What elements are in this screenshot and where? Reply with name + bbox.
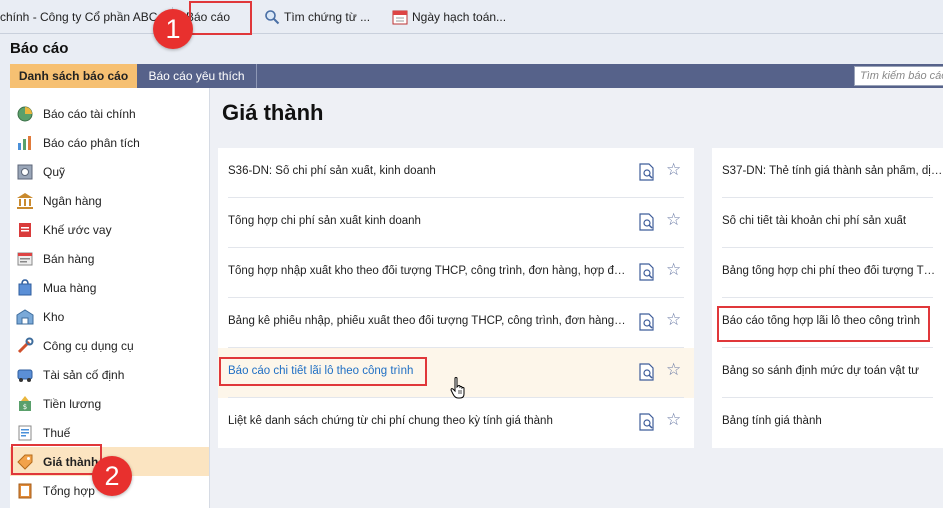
toolbar: chính - Công ty Cổ phần ABC Báo cáo Tìm …	[0, 0, 943, 34]
loan-contract-icon	[16, 221, 34, 239]
favorite-star-icon[interactable]: ☆	[666, 261, 684, 279]
tools-icon	[16, 337, 34, 355]
summary-book-icon	[16, 482, 34, 500]
report-name[interactable]: Bảng so sánh định mức dự toán vật tư	[722, 365, 943, 377]
sidebar-item[interactable]: Ngân hàng	[10, 186, 209, 215]
sidebar-item-label: Mua hàng	[43, 280, 97, 295]
search-documents-button[interactable]: Tìm chứng từ ...	[264, 8, 370, 26]
sidebar-item-label: Tiền lương	[43, 396, 102, 411]
sales-icon	[16, 250, 34, 268]
report-card-left: S36-DN: Sổ chi phí sản xuất, kinh doanh ☆…	[218, 148, 694, 448]
report-row[interactable]: Tổng hợp nhập xuất kho theo đối tượng TH…	[218, 248, 694, 298]
favorite-star-icon[interactable]: ☆	[666, 161, 684, 179]
sidebar-item[interactable]: Khế ước vay	[10, 215, 209, 244]
report-name[interactable]: Liệt kê danh sách chứng từ chi phí chung…	[228, 415, 628, 427]
panel-title: Báo cáo	[10, 40, 69, 57]
report-name[interactable]: Bảng tính giá thành	[722, 415, 943, 427]
highlight-reports-button	[189, 1, 252, 35]
report-row[interactable]: S36-DN: Sổ chi phí sản xuất, kinh doanh ☆	[218, 148, 694, 198]
sidebar-item-label: Bán hàng	[43, 251, 95, 266]
sidebar-item-label: Công cụ dụng cụ	[43, 338, 134, 353]
favorite-star-icon[interactable]: ☆	[666, 311, 684, 329]
tab-favorite-reports[interactable]: Báo cáo yêu thích	[137, 64, 257, 88]
sidebar-item[interactable]: Báo cáo tài chính	[10, 99, 209, 128]
sidebar-item[interactable]: Công cụ dụng cụ	[10, 331, 209, 360]
purchase-icon	[16, 278, 34, 297]
report-name[interactable]: S37-DN: Thẻ tính giá thành sản phẩm, dịc…	[722, 165, 943, 177]
calendar-icon	[392, 9, 408, 25]
step-badge-2: 2	[92, 456, 132, 496]
sidebar-item-label: Kho	[43, 309, 65, 324]
magnifier-icon	[264, 9, 280, 25]
report-name[interactable]: Bảng tổng hợp chi phí theo đối tượng THC…	[722, 265, 943, 277]
sidebar-item-label: Báo cáo phân tích	[43, 135, 140, 150]
sidebar-item[interactable]: Báo cáo phân tích	[10, 128, 209, 157]
bank-icon	[16, 192, 34, 210]
fixed-asset-icon	[16, 366, 34, 384]
report-name[interactable]: Tổng hợp nhập xuất kho theo đối tượng TH…	[228, 265, 628, 277]
favorite-star-icon[interactable]: ☆	[666, 411, 684, 429]
highlight-cost-category	[11, 444, 102, 475]
svg-text:$: $	[23, 403, 27, 411]
tab-report-list[interactable]: Danh sách báo cáo	[10, 64, 137, 88]
report-row[interactable]: S37-DN: Thẻ tính giá thành sản phẩm, dịc…	[712, 148, 943, 198]
report-name[interactable]: S36-DN: Sổ chi phí sản xuất, kinh doanh	[228, 165, 628, 177]
sidebar-item[interactable]: Kho	[10, 302, 209, 331]
preview-report-icon[interactable]	[639, 163, 655, 181]
report-row[interactable]: Bảng tổng hợp chi phí theo đối tượng THC…	[712, 248, 943, 298]
report-row[interactable]: Bảng so sánh định mức dự toán vật tư	[712, 348, 943, 398]
sidebar-item-label: Tổng hợp	[43, 483, 95, 498]
sidebar-item-label: Ngân hàng	[43, 193, 102, 208]
sidebar-item-label: Quỹ	[43, 164, 66, 179]
safe-icon	[16, 163, 34, 181]
preview-report-icon[interactable]	[639, 413, 655, 431]
step-badge-1: 1	[153, 9, 193, 49]
warehouse-icon	[16, 308, 34, 326]
tab-bar: Danh sách báo cáo Báo cáo yêu thích	[10, 64, 943, 88]
report-search-input[interactable]	[855, 67, 943, 85]
preview-report-icon[interactable]	[639, 213, 655, 231]
report-name[interactable]: Sổ chi tiết tài khoản chi phí sản xuất	[722, 215, 943, 227]
posting-date-label: Ngày hạch toán...	[412, 10, 507, 24]
pie-chart-icon	[16, 105, 34, 123]
sidebar-item[interactable]: Tài sản cố định	[10, 360, 209, 389]
panel-header: Báo cáo	[0, 34, 943, 64]
sidebar-item[interactable]: $ Tiền lương	[10, 389, 209, 418]
hand-cursor-icon	[449, 376, 469, 400]
posting-date-button[interactable]: Ngày hạch toán...	[392, 8, 506, 26]
report-name[interactable]: Bảng kê phiếu nhập, phiếu xuất theo đối …	[228, 315, 628, 327]
report-list-panel: Giá thành S36-DN: Sổ chi phí sản xuất, k…	[210, 88, 943, 508]
preview-report-icon[interactable]	[639, 263, 655, 281]
favorite-star-icon[interactable]: ☆	[666, 211, 684, 229]
sidebar-item-label: Thuế	[43, 425, 71, 440]
left-strip	[0, 64, 10, 508]
sidebar-item[interactable]: Thuế	[10, 418, 209, 447]
sidebar-item[interactable]: Mua hàng	[10, 273, 209, 302]
sidebar-item[interactable]: Quỹ	[10, 157, 209, 186]
report-name[interactable]: Tổng hợp chi phí sản xuất kinh doanh	[228, 215, 628, 227]
report-search-box[interactable]	[854, 66, 943, 86]
tax-icon	[16, 424, 34, 442]
report-row[interactable]: Bảng tính giá thành	[712, 398, 943, 448]
preview-report-icon[interactable]	[639, 313, 655, 331]
favorite-star-icon[interactable]: ☆	[666, 361, 684, 379]
highlight-project-profit-detail	[219, 357, 427, 386]
search-documents-label: Tìm chứng từ ...	[284, 10, 371, 24]
highlight-project-profit-summary	[717, 306, 930, 342]
sidebar-item-label: Khế ước vay	[43, 222, 112, 237]
payroll-icon: $	[16, 395, 34, 413]
report-row[interactable]: Liệt kê danh sách chứng từ chi phí chung…	[218, 398, 694, 448]
preview-report-icon[interactable]	[639, 363, 655, 381]
report-card-right: S37-DN: Thẻ tính giá thành sản phẩm, dịc…	[712, 148, 943, 448]
app-title: chính - Công ty Cổ phần ABC	[0, 10, 158, 24]
report-row[interactable]: Tổng hợp chi phí sản xuất kinh doanh ☆	[218, 198, 694, 248]
report-row[interactable]: Bảng kê phiếu nhập, phiếu xuất theo đối …	[218, 298, 694, 348]
bar-chart-icon	[16, 134, 34, 152]
sidebar-item-label: Tài sản cố định	[43, 367, 125, 382]
report-row[interactable]: Sổ chi tiết tài khoản chi phí sản xuất	[712, 198, 943, 248]
sidebar-item[interactable]: Bán hàng	[10, 244, 209, 273]
sidebar-item-label: Báo cáo tài chính	[43, 106, 136, 121]
category-title: Giá thành	[222, 100, 324, 125]
